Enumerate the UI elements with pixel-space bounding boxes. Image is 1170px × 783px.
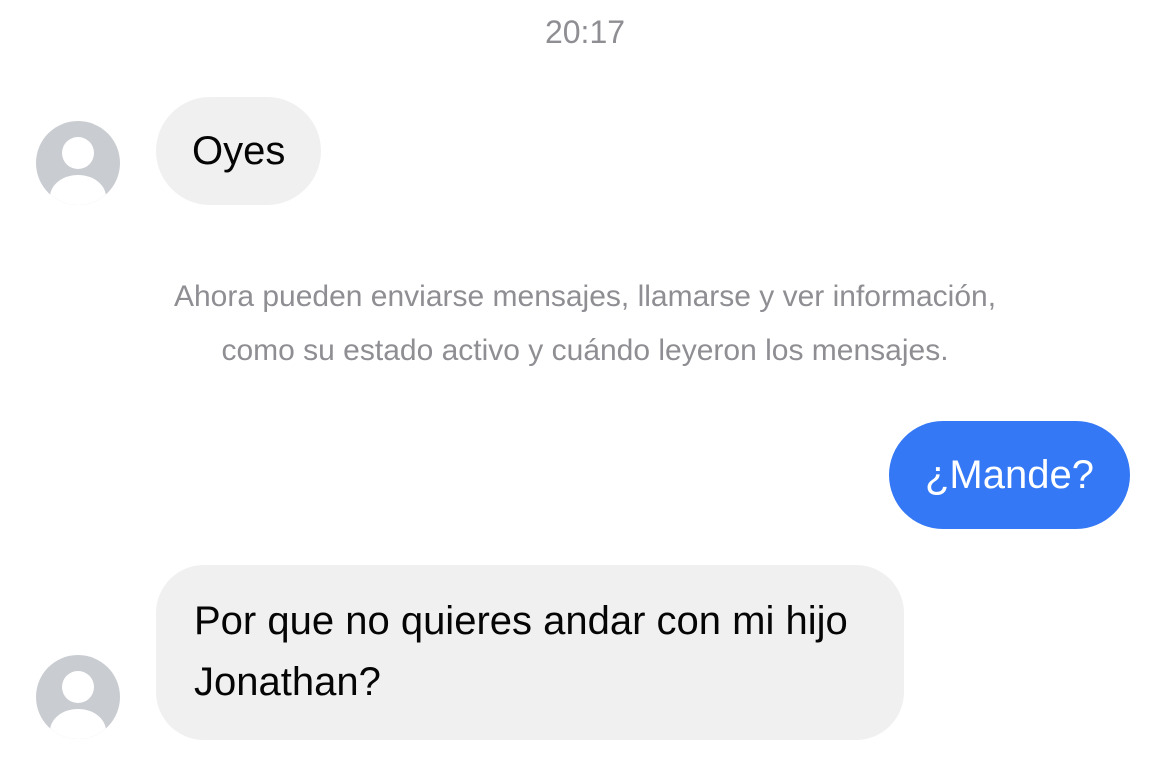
sender-avatar-icon[interactable] xyxy=(36,655,120,739)
system-notice-line: Ahora pueden enviarse mensajes, llamarse… xyxy=(173,280,997,313)
avatar-head-shape xyxy=(62,137,94,169)
avatar-body-shape xyxy=(50,175,106,205)
outgoing-message-bubble[interactable]: ¿Mande? xyxy=(889,421,1130,529)
incoming-message-bubble[interactable]: Oyes xyxy=(156,97,322,205)
system-notice: Ahora pueden enviarse mensajes, llamarse… xyxy=(0,270,1170,378)
avatar-head-shape xyxy=(62,671,94,703)
message-timestamp: 20:17 xyxy=(544,14,626,50)
sender-avatar-icon[interactable] xyxy=(36,121,120,205)
avatar-body-shape xyxy=(50,709,106,739)
system-notice-line: como su estado activo y cuándo leyeron l… xyxy=(221,334,949,367)
incoming-message-bubble[interactable]: Por que no quieres andar con mi hijo Jon… xyxy=(156,565,904,740)
